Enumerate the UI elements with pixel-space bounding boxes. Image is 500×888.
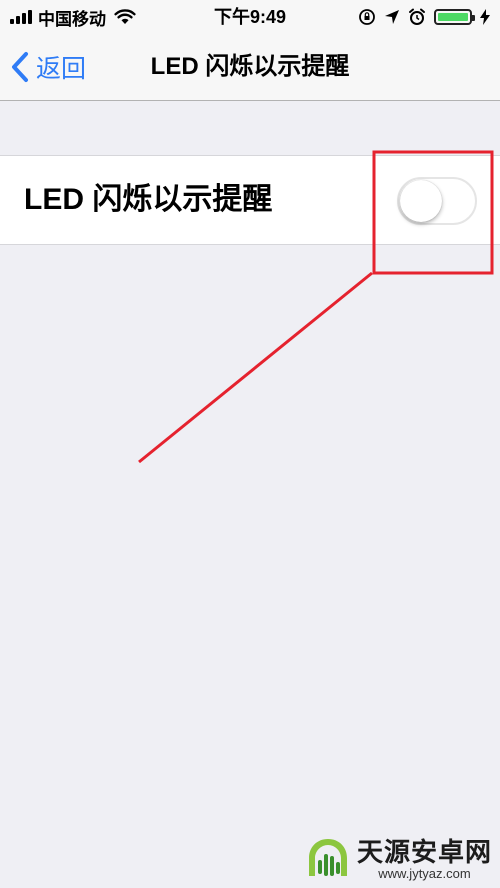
navigation-bar: 返回 LED 闪烁以示提醒 <box>0 34 500 101</box>
page-title: LED 闪烁以示提醒 <box>150 53 350 80</box>
status-right <box>358 6 490 28</box>
android-robot-logo <box>308 839 347 876</box>
watermark-name: 天源安卓网 <box>356 837 492 867</box>
status-bar: 中国移动 下午9:49 <box>0 0 500 34</box>
annotation-arrow <box>138 271 373 464</box>
toggle-knob <box>400 180 442 222</box>
location-icon <box>385 10 399 24</box>
annotation-overlay <box>138 150 494 464</box>
setting-row-led-flash: LED 闪烁以示提醒 <box>0 155 500 245</box>
alarm-icon <box>409 8 425 25</box>
charging-icon <box>480 9 490 25</box>
rotation-lock-icon <box>359 9 375 25</box>
watermark: 天源安卓网 www.jytyaz.com <box>305 836 492 882</box>
setting-label: LED 闪烁以示提醒 <box>24 183 273 216</box>
watermark-url: www.jytyaz.com <box>378 866 471 881</box>
battery-icon <box>434 9 475 25</box>
led-flash-toggle[interactable] <box>397 177 477 225</box>
